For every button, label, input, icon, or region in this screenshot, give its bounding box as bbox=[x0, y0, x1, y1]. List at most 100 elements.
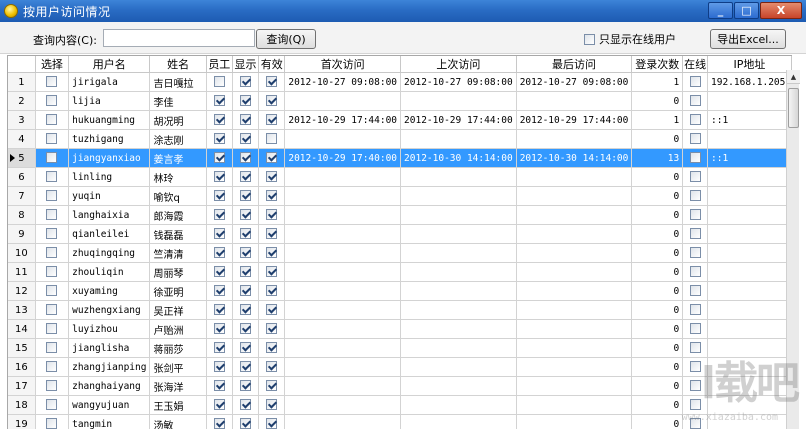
row-header[interactable]: 3 bbox=[8, 110, 36, 130]
online-checkbox[interactable] bbox=[689, 342, 701, 354]
valid-checkbox[interactable] bbox=[266, 285, 278, 297]
valid-checkbox[interactable] bbox=[266, 76, 278, 88]
row-header[interactable]: 6 bbox=[8, 167, 36, 187]
table-row[interactable]: 16 zhangjianping 张剑平 0 bbox=[8, 357, 792, 377]
table-row[interactable]: 7 yuqin 喻钦q 0 bbox=[8, 186, 792, 206]
row-header[interactable]: 8 bbox=[8, 205, 36, 225]
display-checkbox[interactable] bbox=[240, 399, 252, 411]
employee-checkbox[interactable] bbox=[213, 209, 225, 221]
employee-checkbox[interactable] bbox=[213, 76, 225, 88]
online-only-checkbox[interactable] bbox=[584, 33, 595, 45]
row-header[interactable]: 1 bbox=[8, 72, 36, 92]
online-checkbox[interactable] bbox=[689, 285, 701, 297]
select-checkbox[interactable] bbox=[46, 266, 58, 278]
valid-checkbox[interactable] bbox=[266, 247, 278, 259]
online-checkbox[interactable] bbox=[689, 247, 701, 259]
column-header-login-count[interactable]: 登录次数 bbox=[631, 56, 684, 73]
employee-checkbox[interactable] bbox=[213, 399, 225, 411]
employee-checkbox[interactable] bbox=[213, 342, 225, 354]
display-checkbox[interactable] bbox=[240, 228, 252, 240]
column-header-ip[interactable]: IP地址 bbox=[707, 56, 792, 73]
valid-checkbox[interactable] bbox=[266, 133, 278, 145]
table-row[interactable]: 19 tangmin 汤敏 0 bbox=[8, 414, 792, 429]
table-row[interactable]: 14 luyizhou 卢贻洲 0 bbox=[8, 319, 792, 339]
valid-checkbox[interactable] bbox=[266, 209, 278, 221]
select-checkbox[interactable] bbox=[46, 247, 58, 259]
online-checkbox[interactable] bbox=[689, 76, 701, 88]
online-checkbox[interactable] bbox=[689, 190, 701, 202]
online-checkbox[interactable] bbox=[689, 171, 701, 183]
select-checkbox[interactable] bbox=[46, 114, 58, 126]
valid-checkbox[interactable] bbox=[266, 228, 278, 240]
select-checkbox[interactable] bbox=[46, 304, 58, 316]
select-checkbox[interactable] bbox=[46, 95, 58, 107]
online-checkbox[interactable] bbox=[689, 133, 701, 145]
column-header-previous-visit[interactable]: 上次访问 bbox=[400, 56, 517, 73]
display-checkbox[interactable] bbox=[240, 247, 252, 259]
employee-checkbox[interactable] bbox=[213, 171, 225, 183]
online-checkbox[interactable] bbox=[689, 323, 701, 335]
valid-checkbox[interactable] bbox=[266, 304, 278, 316]
online-only-option[interactable]: 只显示在线用户 bbox=[584, 31, 676, 47]
select-checkbox[interactable] bbox=[46, 171, 58, 183]
valid-checkbox[interactable] bbox=[266, 380, 278, 392]
table-row[interactable]: 12 xuyaming 徐亚明 0 bbox=[8, 281, 792, 301]
row-header[interactable]: 12 bbox=[8, 281, 36, 301]
column-header-employee[interactable]: 员工 bbox=[206, 56, 233, 73]
employee-checkbox[interactable] bbox=[213, 95, 225, 107]
display-checkbox[interactable] bbox=[240, 171, 252, 183]
online-checkbox[interactable] bbox=[689, 304, 701, 316]
valid-checkbox[interactable] bbox=[266, 342, 278, 354]
employee-checkbox[interactable] bbox=[213, 114, 225, 126]
row-header[interactable]: 14 bbox=[8, 319, 36, 339]
employee-checkbox[interactable] bbox=[213, 247, 225, 259]
select-checkbox[interactable] bbox=[46, 361, 58, 373]
select-checkbox[interactable] bbox=[46, 190, 58, 202]
display-checkbox[interactable] bbox=[240, 342, 252, 354]
valid-checkbox[interactable] bbox=[266, 190, 278, 202]
scroll-thumb[interactable] bbox=[788, 88, 799, 128]
row-header[interactable]: 2 bbox=[8, 91, 36, 111]
display-checkbox[interactable] bbox=[240, 152, 252, 164]
table-row[interactable]: 13 wuzhengxiang 吴正祥 0 bbox=[8, 300, 792, 320]
employee-checkbox[interactable] bbox=[213, 152, 225, 164]
select-checkbox[interactable] bbox=[46, 380, 58, 392]
display-checkbox[interactable] bbox=[240, 114, 252, 126]
select-checkbox[interactable] bbox=[46, 76, 58, 88]
column-header-username[interactable]: 用户名 bbox=[68, 56, 151, 73]
column-header-last-visit[interactable]: 最后访问 bbox=[516, 56, 633, 73]
row-header[interactable]: 18 bbox=[8, 395, 36, 415]
online-checkbox[interactable] bbox=[689, 209, 701, 221]
row-header[interactable]: 11 bbox=[8, 262, 36, 282]
employee-checkbox[interactable] bbox=[213, 323, 225, 335]
select-checkbox[interactable] bbox=[46, 152, 58, 164]
employee-checkbox[interactable] bbox=[213, 190, 225, 202]
display-checkbox[interactable] bbox=[240, 380, 252, 392]
table-row[interactable]: 4 tuzhigang 涂志刚 0 bbox=[8, 129, 792, 149]
table-row[interactable]: 3 hukuangming 胡况明 2012-10-29 17:44:00 2012-1… bbox=[8, 110, 792, 130]
online-checkbox[interactable] bbox=[689, 114, 701, 126]
online-checkbox[interactable] bbox=[689, 228, 701, 240]
display-checkbox[interactable] bbox=[240, 95, 252, 107]
row-header[interactable]: 9 bbox=[8, 224, 36, 244]
display-checkbox[interactable] bbox=[240, 266, 252, 278]
valid-checkbox[interactable] bbox=[266, 361, 278, 373]
column-header-select[interactable]: 选择 bbox=[35, 56, 70, 73]
valid-checkbox[interactable] bbox=[266, 418, 278, 429]
user-access-grid[interactable]: 选择 用户名 姓名 员工 显示 有效 首次访问 上次访问 最后访问 登录次数 在… bbox=[7, 55, 792, 429]
display-checkbox[interactable] bbox=[240, 76, 252, 88]
display-checkbox[interactable] bbox=[240, 361, 252, 373]
column-header-realname[interactable]: 姓名 bbox=[149, 56, 207, 73]
table-row[interactable]: 10 zhuqingqing 竺清清 0 bbox=[8, 243, 792, 263]
valid-checkbox[interactable] bbox=[266, 399, 278, 411]
select-checkbox[interactable] bbox=[46, 399, 58, 411]
employee-checkbox[interactable] bbox=[213, 133, 225, 145]
valid-checkbox[interactable] bbox=[266, 171, 278, 183]
query-input[interactable] bbox=[103, 29, 255, 47]
row-header[interactable]: 13 bbox=[8, 300, 36, 320]
row-header[interactable]: 15 bbox=[8, 338, 36, 358]
employee-checkbox[interactable] bbox=[213, 285, 225, 297]
export-excel-button[interactable]: 导出Excel... bbox=[710, 29, 786, 49]
query-button[interactable]: 查询(Q) bbox=[256, 29, 316, 49]
display-checkbox[interactable] bbox=[240, 418, 252, 429]
